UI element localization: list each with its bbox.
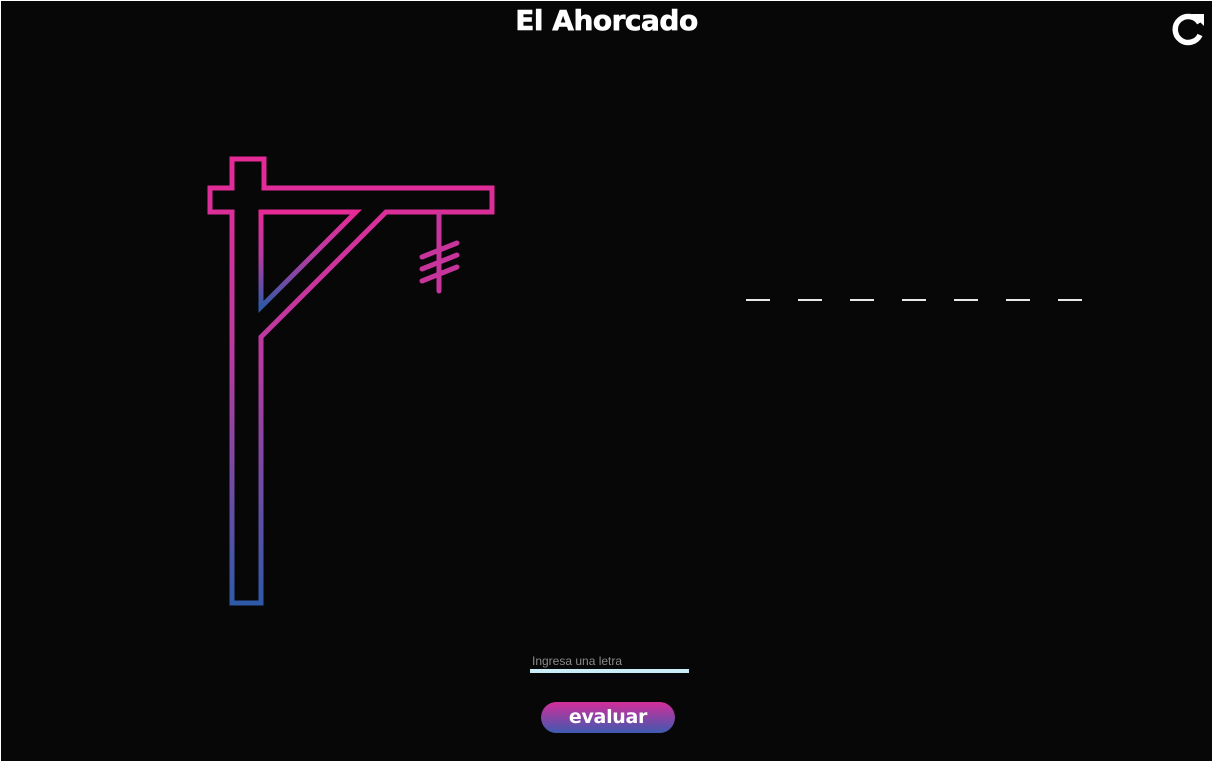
letter-slot <box>850 285 874 301</box>
restart-icon[interactable] <box>1168 9 1208 49</box>
word-slots <box>746 285 1082 301</box>
letter-slot <box>954 285 978 301</box>
page-title: El Ahorcado <box>515 4 699 38</box>
game-screen: El Ahorcado Ingresa una letra evaluar <box>1 1 1212 761</box>
letter-slot <box>902 285 926 301</box>
letter-slot <box>1058 285 1082 301</box>
letter-slot <box>746 285 770 301</box>
evaluate-button[interactable]: evaluar <box>541 702 675 733</box>
letter-slot <box>798 285 822 301</box>
letter-slot <box>1006 285 1030 301</box>
letter-input[interactable] <box>530 652 689 673</box>
gallows-drawing <box>207 156 495 606</box>
